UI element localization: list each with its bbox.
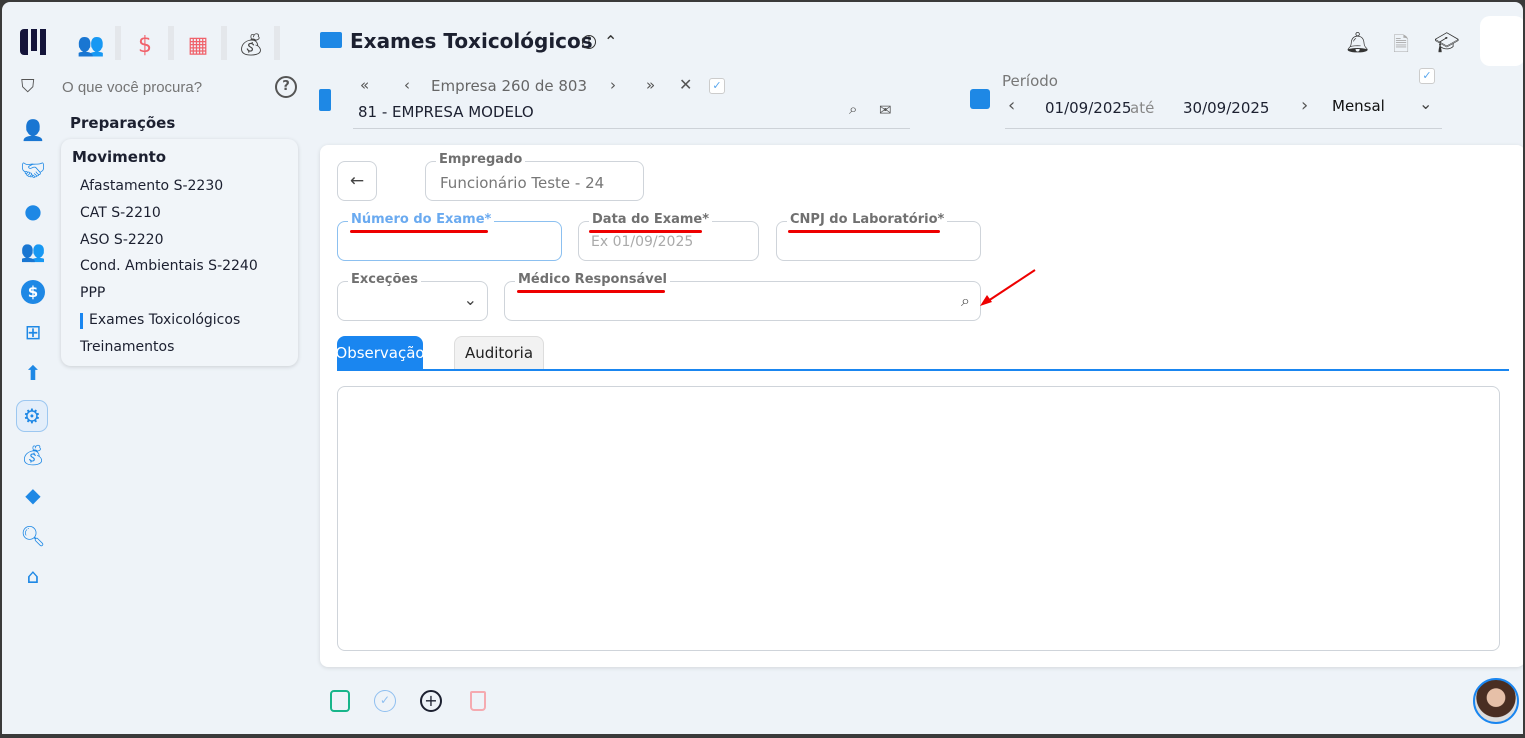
- help-icon[interactable]: ?: [275, 76, 297, 98]
- menu-item-treinamentos[interactable]: Treinamentos: [80, 339, 174, 355]
- employee-label: Empregado: [436, 152, 526, 167]
- layers-icon[interactable]: ◆: [20, 482, 46, 508]
- period-start[interactable]: 01/09/2025: [1045, 99, 1131, 117]
- tab-auditoria[interactable]: Auditoria: [454, 336, 544, 369]
- dollar-icon[interactable]: $: [126, 30, 164, 60]
- calculator-icon[interactable]: ⊞: [20, 319, 46, 345]
- menu-item-cond-ambientais[interactable]: Cond. Ambientais S-2240: [80, 258, 258, 274]
- tab-observacao[interactable]: Observação: [335, 336, 425, 369]
- next-company-button[interactable]: ›: [610, 76, 616, 94]
- chevron-down-icon: ⌄: [463, 290, 477, 309]
- last-company-button[interactable]: »: [646, 76, 655, 94]
- employee-field[interactable]: Empregado Funcionário Teste - 24: [425, 152, 644, 201]
- company-name: 81 - EMPRESA MODELO: [358, 103, 534, 121]
- employee-value: Funcionário Teste - 24: [440, 174, 605, 192]
- tab-underline: [337, 369, 1509, 371]
- period-next-button[interactable]: ›: [1301, 95, 1308, 116]
- filter-icon[interactable]: ⛉: [21, 76, 35, 97]
- bell-icon[interactable]: 🔔︎: [1345, 30, 1370, 54]
- menu-item-ppp[interactable]: PPP: [80, 285, 105, 301]
- top-right-panel: [1480, 16, 1523, 66]
- user-settings-icon[interactable]: 👤: [20, 117, 46, 143]
- avatar[interactable]: [1473, 678, 1519, 724]
- monitor-icon: [320, 32, 342, 48]
- app-window: 👥 $ ▦ 💰︎ ⛉ ? 👤 🤝︎ ● 👥 $ ⊞ ⬆ ⚙ 💰︎ ◆ 🔍︎ ⌂ …: [2, 2, 1523, 734]
- add-button[interactable]: +: [419, 689, 443, 713]
- doctor-search-icon[interactable]: ⌕: [961, 291, 970, 311]
- period-checkbox[interactable]: ✓: [1419, 68, 1435, 84]
- menu-item-afastamento[interactable]: Afastamento S-2230: [80, 178, 223, 194]
- page-title: Exames Toxicológicos: [350, 29, 593, 53]
- menu-item-exames-toxicologicos[interactable]: Exames Toxicológicos: [89, 312, 240, 328]
- handshake-icon[interactable]: 🤝︎: [20, 157, 46, 183]
- doctor-input[interactable]: Médico Responsável ⌕: [504, 272, 981, 321]
- annotation-underline: [350, 230, 488, 233]
- submenu-panel: Movimento Afastamento S-2230 CAT S-2210 …: [61, 139, 298, 366]
- divider: [1005, 128, 1442, 129]
- exam-number-input[interactable]: Número do Exame*: [337, 212, 562, 261]
- chevron-down-icon[interactable]: ⌄: [1419, 94, 1432, 113]
- building-icon: [319, 89, 331, 111]
- money-bag-icon[interactable]: 💰︎: [232, 30, 270, 60]
- period-end[interactable]: 30/09/2025: [1183, 99, 1269, 117]
- company-nav-text: Empresa 260 de 803: [431, 77, 587, 95]
- menu-group-title: Movimento: [72, 148, 167, 166]
- doctor-label: Médico Responsável: [515, 272, 670, 287]
- calendar-icon: [970, 89, 990, 109]
- calculator-icon[interactable]: ▦: [179, 30, 217, 60]
- period-label: Período: [1002, 72, 1058, 90]
- exam-date-label: Data do Exame*: [589, 212, 713, 227]
- exam-date-input[interactable]: Data do Exame* Ex 01/09/2025: [578, 212, 759, 261]
- clock-icon[interactable]: ●: [20, 198, 46, 224]
- users-icon[interactable]: 👥: [72, 30, 110, 60]
- annotation-arrow: [980, 269, 1036, 306]
- lab-cnpj-input[interactable]: CNPJ do Laboratório*: [776, 212, 981, 261]
- app-logo: [20, 29, 48, 57]
- clear-company-icon[interactable]: ✕: [679, 75, 692, 94]
- active-indicator: [80, 313, 83, 329]
- menu-item-aso[interactable]: ASO S-2220: [80, 232, 164, 248]
- exam-number-label: Número do Exame*: [348, 212, 495, 227]
- annotation-underline: [788, 230, 940, 233]
- document-search-icon[interactable]: 🗎: [1393, 30, 1409, 64]
- annotation-underline: [517, 290, 665, 293]
- observation-textarea[interactable]: [337, 386, 1500, 651]
- confirm-button[interactable]: ✓: [373, 689, 397, 713]
- menu-item-cat[interactable]: CAT S-2210: [80, 205, 161, 221]
- delete-button[interactable]: [466, 689, 490, 713]
- exceptions-label: Exceções: [348, 272, 421, 287]
- search-icon[interactable]: 🔍︎: [20, 523, 46, 549]
- graduation-cap-icon[interactable]: 🎓︎: [1434, 30, 1459, 54]
- exceptions-select[interactable]: Exceções ⌄: [337, 272, 488, 321]
- lab-cnpj-label: CNPJ do Laboratório*: [787, 212, 948, 227]
- annotation-underline: [589, 230, 702, 233]
- company-checkbox[interactable]: ✓: [709, 78, 725, 94]
- search-input[interactable]: [62, 75, 262, 99]
- info-icon[interactable]: i: [582, 35, 596, 49]
- menu-section-title: Preparações: [70, 114, 176, 132]
- prev-company-button[interactable]: ‹: [404, 76, 410, 94]
- period-prev-button[interactable]: ‹: [1008, 95, 1015, 116]
- company-search-icon[interactable]: ⌕: [849, 100, 857, 118]
- exam-date-placeholder: Ex 01/09/2025: [591, 234, 694, 250]
- growth-icon[interactable]: ⬆: [20, 360, 46, 386]
- collapse-icon[interactable]: ⌃: [604, 32, 617, 51]
- money-bag-icon[interactable]: 💰︎: [20, 442, 46, 468]
- mail-icon[interactable]: ✉: [879, 101, 892, 119]
- save-button[interactable]: [328, 689, 352, 713]
- first-company-button[interactable]: «: [360, 76, 369, 94]
- home-icon[interactable]: ⌂: [20, 563, 46, 589]
- period-separator: até: [1130, 99, 1155, 117]
- back-button[interactable]: ←: [337, 161, 377, 201]
- gear-cross-icon[interactable]: ⚙: [16, 400, 48, 432]
- people-icon[interactable]: 👥: [20, 238, 46, 264]
- period-mode-select[interactable]: Mensal: [1332, 97, 1385, 115]
- dollar-circle-icon[interactable]: $: [20, 279, 46, 305]
- divider: [353, 128, 910, 129]
